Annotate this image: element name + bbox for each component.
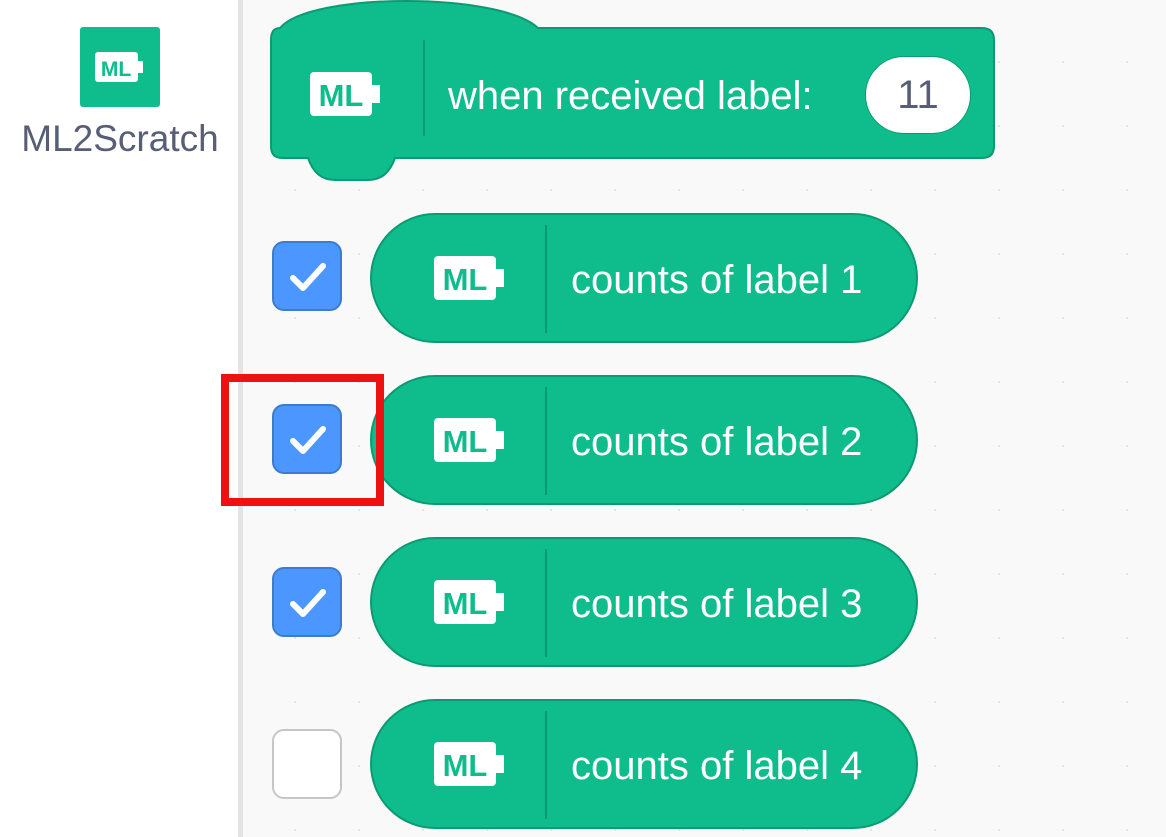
category-ml2scratch[interactable]: ML ML2Scratch bbox=[0, 0, 240, 175]
reporter-label: counts of label 3 bbox=[571, 582, 863, 626]
svg-text:ML: ML bbox=[443, 262, 488, 297]
scratch-editor-palette: ML ML2Scratch ML when received label: 11 bbox=[0, 0, 1166, 837]
block-separator bbox=[545, 711, 547, 819]
block-separator bbox=[545, 225, 547, 333]
counts-of-label-1-block[interactable]: ML counts of label 1 bbox=[370, 213, 918, 343]
checkbox-counts-label-4[interactable] bbox=[272, 729, 342, 799]
highlight-annotation bbox=[221, 374, 384, 506]
block-separator bbox=[423, 40, 425, 136]
svg-text:ML: ML bbox=[319, 78, 364, 113]
checkbox-counts-label-3[interactable] bbox=[272, 567, 342, 637]
counts-of-label-2-block[interactable]: ML counts of label 2 bbox=[370, 375, 918, 505]
ml-extension-icon: ML bbox=[80, 27, 160, 107]
reporter-label: counts of label 4 bbox=[571, 744, 863, 788]
ml-extension-icon: ML bbox=[434, 418, 506, 467]
checkbox-counts-label-1[interactable] bbox=[272, 241, 342, 311]
reporter-label: counts of label 1 bbox=[571, 258, 863, 302]
counts-of-label-4-block[interactable]: ML counts of label 4 bbox=[370, 699, 918, 829]
ml-extension-icon: ML bbox=[434, 742, 506, 791]
category-sidebar: ML ML2Scratch bbox=[0, 0, 240, 837]
block-separator bbox=[545, 387, 547, 495]
category-label: ML2Scratch bbox=[21, 118, 219, 159]
ml-extension-icon: ML bbox=[434, 256, 506, 305]
when-received-label-block[interactable]: ML when received label: 11 bbox=[270, 0, 996, 183]
label-number-input[interactable]: 11 bbox=[865, 56, 971, 134]
svg-text:ML: ML bbox=[443, 424, 488, 459]
svg-text:ML: ML bbox=[101, 58, 131, 81]
block-separator bbox=[545, 549, 547, 657]
svg-text:ML: ML bbox=[443, 748, 488, 783]
ml-extension-icon: ML bbox=[434, 580, 506, 629]
counts-of-label-3-block[interactable]: ML counts of label 3 bbox=[370, 537, 918, 667]
checkmark-icon bbox=[290, 263, 326, 291]
svg-text:ML: ML bbox=[443, 586, 488, 621]
checkmark-icon bbox=[290, 589, 326, 617]
reporter-label: counts of label 2 bbox=[571, 420, 863, 464]
hat-block-label: when received label: bbox=[448, 74, 813, 118]
ml-extension-icon: ML bbox=[310, 72, 382, 121]
